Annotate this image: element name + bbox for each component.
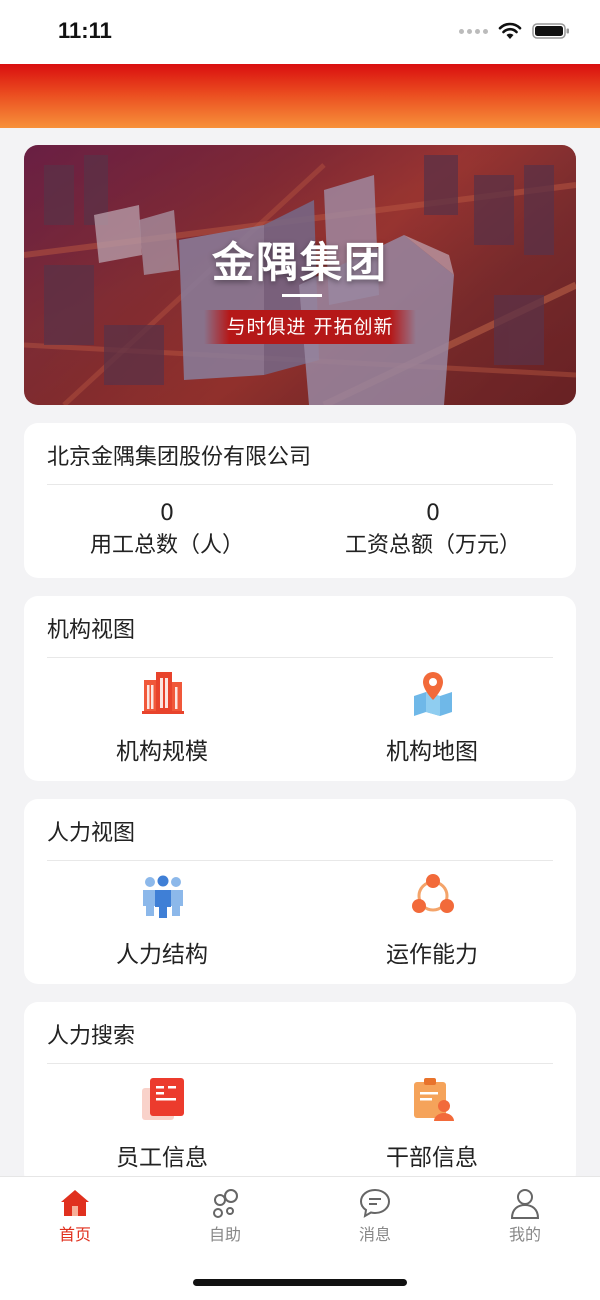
divider	[47, 484, 553, 485]
banner[interactable]: 金隅集团 与时俱进 开拓创新	[24, 145, 576, 405]
signal-icon	[459, 28, 488, 34]
cadre-info-button[interactable]: 干部信息	[294, 1072, 570, 1182]
tab-messages[interactable]: 消息	[300, 1187, 450, 1245]
battery-icon	[532, 23, 569, 39]
company-name: 北京金隅集团股份有限公司	[47, 445, 312, 470]
section-title: 人力搜索	[47, 1024, 136, 1049]
status-time: 11:11	[58, 18, 112, 43]
org-map-button[interactable]: 机构地图	[294, 666, 570, 776]
section-org-view: 机构视图 机构规模 机构地图	[24, 596, 576, 781]
section-hr-view: 人力视图 人力结构 运作能力	[24, 799, 576, 984]
status-bar: 11:11	[0, 0, 600, 64]
org-scale-button[interactable]: 机构规模	[24, 666, 300, 776]
home-icon	[61, 1190, 89, 1216]
buildings-icon	[142, 672, 184, 714]
cadre-clipboard-icon	[414, 1078, 454, 1121]
network-nodes-icon	[412, 874, 454, 913]
wifi-icon	[498, 22, 522, 39]
company-card: 北京金隅集团股份有限公司 0 用工总数（人） 0 工资总额（万元）	[24, 423, 576, 578]
banner-title: 金隅集团	[211, 238, 388, 287]
section-hr-search: 人力搜索 员工信息 干部信息	[24, 1002, 576, 1187]
message-icon	[359, 1188, 391, 1218]
banner-slogan: 与时俱进 开拓创新	[204, 310, 416, 344]
grid-label: 员工信息	[116, 1145, 208, 1171]
divider	[47, 657, 553, 658]
tab-label: 消息	[358, 1225, 391, 1244]
grid-label: 人力结构	[116, 942, 208, 968]
grid-label: 机构规模	[116, 739, 208, 765]
map-pin-icon	[414, 672, 452, 716]
stat-label: 用工总数（人）	[89, 533, 244, 558]
people-group-icon	[143, 875, 183, 918]
stat-label: 工资总额（万元）	[344, 533, 521, 558]
profile-icon	[510, 1189, 540, 1219]
grid-label: 运作能力	[386, 942, 478, 968]
self-service-icon	[213, 1189, 238, 1218]
employee-info-button[interactable]: 员工信息	[24, 1072, 300, 1182]
hr-structure-button[interactable]: 人力结构	[24, 869, 300, 979]
home-indicator[interactable]	[193, 1279, 407, 1286]
grid-label: 干部信息	[386, 1145, 478, 1171]
tab-label: 自助	[208, 1225, 241, 1244]
grid-label: 机构地图	[386, 739, 478, 765]
tab-label: 我的	[508, 1225, 541, 1244]
stat-salary[interactable]: 0 工资总额（万元）	[295, 499, 571, 563]
employee-card-icon	[142, 1078, 184, 1120]
stat-headcount[interactable]: 0 用工总数（人）	[29, 499, 305, 563]
operation-ability-button[interactable]: 运作能力	[294, 869, 570, 979]
tab-home[interactable]: 首页	[0, 1187, 150, 1245]
stat-value: 0	[160, 501, 174, 526]
banner-divider	[282, 294, 322, 297]
divider	[47, 860, 553, 861]
header-band	[0, 64, 600, 128]
tab-label: 首页	[58, 1225, 91, 1244]
section-title: 人力视图	[47, 821, 136, 846]
tab-profile[interactable]: 我的	[450, 1187, 600, 1245]
section-title: 机构视图	[47, 618, 136, 643]
tab-self-service[interactable]: 自助	[150, 1187, 300, 1245]
status-icons	[459, 22, 570, 40]
stat-value: 0	[426, 501, 440, 526]
divider	[47, 1063, 553, 1064]
